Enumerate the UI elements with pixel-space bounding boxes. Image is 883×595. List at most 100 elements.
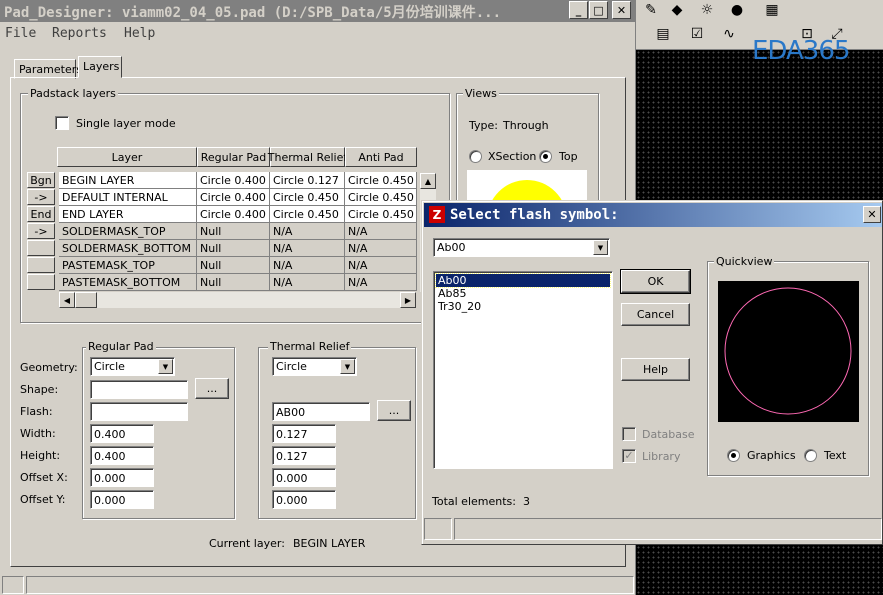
grid-cell-layer[interactable]: PASTEMASK_BOTTOM xyxy=(59,274,197,291)
list-item[interactable]: Tr30_20 xyxy=(436,300,610,313)
regular-offset-x-field[interactable]: 0.000 xyxy=(90,468,154,487)
thermal-offset-x-field[interactable]: 0.000 xyxy=(272,468,336,487)
regular-width-field[interactable]: 0.400 xyxy=(90,424,154,443)
toolbar-icon[interactable]: ▦ xyxy=(761,0,783,20)
chevron-down-icon[interactable]: ▼ xyxy=(158,359,173,374)
close-button[interactable]: ✕ xyxy=(612,1,631,19)
regular-pad-title: Regular Pad xyxy=(86,340,156,353)
graphics-radio[interactable] xyxy=(727,449,740,462)
grid-cell-regular[interactable]: Null xyxy=(197,223,270,240)
cancel-button[interactable]: Cancel xyxy=(621,303,690,326)
grid-cell-layer[interactable]: SOLDERMASK_BOTTOM xyxy=(59,240,197,257)
thermal-flash-field[interactable]: AB00 xyxy=(272,402,370,421)
checklist-icon[interactable]: ☑ xyxy=(686,24,708,44)
toolbar-icon[interactable]: ● xyxy=(726,0,748,20)
regular-shape-field[interactable] xyxy=(90,380,188,399)
scroll-right-button[interactable]: ▶ xyxy=(400,292,416,308)
thermal-width-field[interactable]: 0.127 xyxy=(272,424,336,443)
menu-file[interactable]: File xyxy=(5,26,36,41)
toolbar-icon[interactable]: ▤ xyxy=(652,24,674,44)
column-header-regular-pad[interactable]: Regular Pad xyxy=(197,147,270,167)
help-button[interactable]: Help xyxy=(621,358,690,381)
grid-cell-anti[interactable]: N/A xyxy=(345,240,417,257)
grid-cell-thermal[interactable]: Circle 0.127 xyxy=(270,172,345,189)
grid-cell-anti[interactable]: Circle 0.450 xyxy=(345,206,417,223)
row-select-button[interactable]: Bgn xyxy=(27,172,55,188)
dialog-titlebar[interactable]: Z Select flash symbol: ✕ xyxy=(424,203,882,227)
grid-cell-regular[interactable]: Null xyxy=(197,274,270,291)
toolbar-icon[interactable]: ◆ xyxy=(666,0,688,20)
tab-layers[interactable]: Layers xyxy=(78,56,122,78)
grid-cell-thermal[interactable]: Circle 0.450 xyxy=(270,189,345,206)
dialog-close-button[interactable]: ✕ xyxy=(863,206,881,223)
grid-cell-regular[interactable]: Circle 0.400 xyxy=(197,206,270,223)
database-checkbox[interactable] xyxy=(622,427,636,441)
scroll-up-button[interactable]: ▲ xyxy=(420,173,436,189)
grid-cell-anti[interactable]: N/A xyxy=(345,274,417,291)
grid-cell-anti[interactable]: N/A xyxy=(345,223,417,240)
scroll-left-button[interactable]: ◀ xyxy=(59,292,75,308)
row-select-button[interactable]: -> xyxy=(27,223,55,239)
grid-cell-layer[interactable]: PASTEMASK_TOP xyxy=(59,257,197,274)
row-select-button[interactable] xyxy=(27,274,55,290)
grid-cell-regular[interactable]: Null xyxy=(197,257,270,274)
row-select-button[interactable]: -> xyxy=(27,189,55,205)
minimize-button[interactable]: _ xyxy=(569,1,588,19)
tab-parameters[interactable]: Parameters xyxy=(14,59,82,79)
toolbar-icon[interactable]: ☼ xyxy=(696,0,718,20)
horizontal-scrollbar-track[interactable] xyxy=(75,292,400,308)
top-view-radio[interactable] xyxy=(539,150,552,163)
maximize-button[interactable]: □ xyxy=(589,1,608,19)
regular-height-field[interactable]: 0.400 xyxy=(90,446,154,465)
menu-reports[interactable]: Reports xyxy=(52,26,107,41)
row-select-button[interactable] xyxy=(27,240,55,256)
grid-cell-layer[interactable]: END LAYER xyxy=(59,206,197,223)
symbol-list[interactable]: Ab00 Ab85 Tr30_20 xyxy=(433,271,613,469)
grid-cell-thermal[interactable]: N/A xyxy=(270,274,345,291)
offset-x-label: Offset X: xyxy=(20,471,68,484)
list-item[interactable]: Ab85 xyxy=(436,287,610,300)
thermal-offset-y-field[interactable]: 0.000 xyxy=(272,490,336,509)
grid-cell-thermal[interactable]: N/A xyxy=(270,240,345,257)
grid-cell-anti[interactable]: Circle 0.450 xyxy=(345,172,417,189)
current-layer-label: Current layer: xyxy=(209,537,285,550)
menu-help[interactable]: Help xyxy=(124,26,155,41)
thermal-height-field[interactable]: 0.127 xyxy=(272,446,336,465)
grid-cell-anti[interactable]: Circle 0.450 xyxy=(345,189,417,206)
grid-cell-thermal[interactable]: N/A xyxy=(270,223,345,240)
chevron-down-icon[interactable]: ▼ xyxy=(340,359,355,374)
toolbar-icon[interactable]: ✎ xyxy=(640,0,662,20)
row-select-button[interactable]: End xyxy=(27,206,55,222)
symbol-filter-select[interactable]: Ab00 ▼ xyxy=(433,238,610,257)
ok-button[interactable]: OK xyxy=(620,269,691,294)
grid-cell-anti[interactable]: N/A xyxy=(345,257,417,274)
grid-cell-thermal[interactable]: N/A xyxy=(270,257,345,274)
xsection-radio[interactable] xyxy=(469,150,482,163)
library-checkbox[interactable]: ✓ xyxy=(622,449,636,463)
grid-cell-regular[interactable]: Null xyxy=(197,240,270,257)
grid-cell-layer[interactable]: BEGIN LAYER xyxy=(59,172,197,189)
horizontal-scrollbar-thumb[interactable] xyxy=(75,292,97,308)
regular-shape-browse-button[interactable]: ... xyxy=(195,378,229,399)
column-header-anti-pad[interactable]: Anti Pad xyxy=(345,147,417,167)
column-header-thermal-relief[interactable]: Thermal Relief xyxy=(268,147,347,167)
column-header-layer[interactable]: Layer xyxy=(57,147,197,167)
regular-offset-y-field[interactable]: 0.000 xyxy=(90,490,154,509)
grid-cell-regular[interactable]: Circle 0.400 xyxy=(197,189,270,206)
titlebar[interactable]: Pad_Designer: viamm02_04_05.pad (D:/SPB_… xyxy=(0,0,636,22)
thermal-flash-browse-button[interactable]: ... xyxy=(377,400,411,421)
list-item[interactable]: Ab00 xyxy=(435,273,611,288)
grid-cell-thermal[interactable]: Circle 0.450 xyxy=(270,206,345,223)
chevron-down-icon[interactable]: ▼ xyxy=(593,240,608,255)
quickview-title: Quickview xyxy=(714,255,775,268)
grid-cell-layer[interactable]: DEFAULT INTERNAL xyxy=(59,189,197,206)
text-radio[interactable] xyxy=(804,449,817,462)
thermal-geometry-select[interactable]: Circle ▼ xyxy=(272,357,357,376)
route-icon[interactable]: ∿ xyxy=(718,24,740,44)
grid-cell-layer[interactable]: SOLDERMASK_TOP xyxy=(59,223,197,240)
single-layer-mode-checkbox[interactable] xyxy=(55,116,69,130)
grid-cell-regular[interactable]: Circle 0.400 xyxy=(197,172,270,189)
row-select-button[interactable] xyxy=(27,257,55,273)
regular-flash-field[interactable] xyxy=(90,402,188,421)
regular-geometry-select[interactable]: Circle ▼ xyxy=(90,357,175,376)
